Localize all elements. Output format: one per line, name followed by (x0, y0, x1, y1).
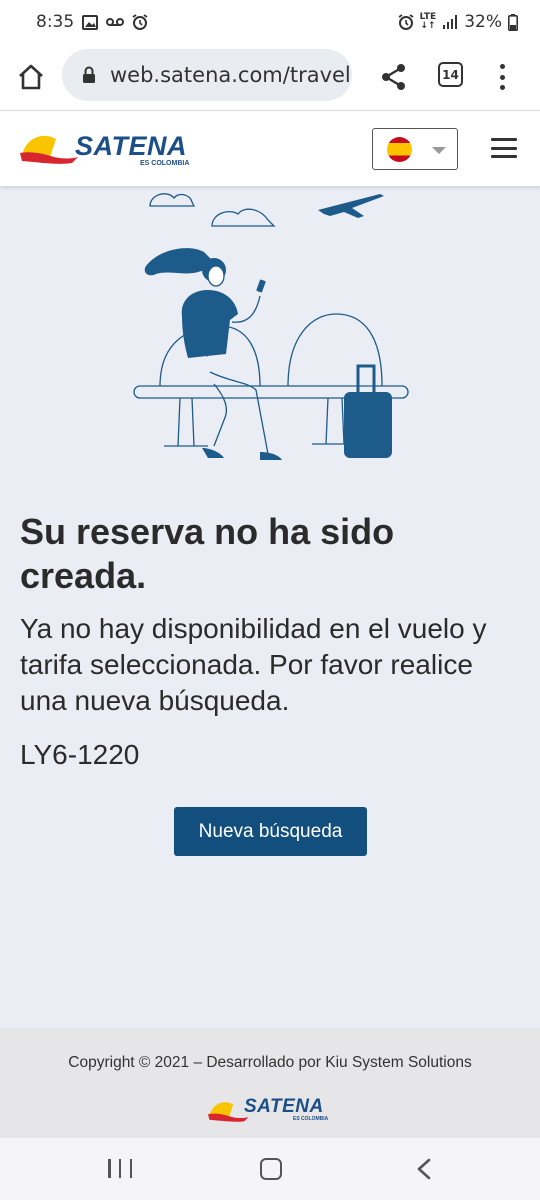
battery-icon (508, 13, 518, 31)
waiting-traveler-illustration (120, 186, 420, 476)
error-description: Ya no hay disponibilidad en el vuelo y t… (20, 613, 487, 716)
battery-percent: 32% (464, 12, 502, 32)
alarm-icon (132, 14, 148, 30)
address-bar[interactable]: web.satena.com/travel (62, 49, 352, 101)
footer-satena-logo[interactable]: SATENA ES COLOMBIA (207, 1094, 337, 1126)
gallery-icon (82, 14, 99, 30)
logo-tagline: ES COLOMBIA (140, 160, 190, 167)
footer-logo-text: SATENA (244, 1096, 324, 1117)
signal-icon (442, 14, 458, 30)
share-icon[interactable] (380, 62, 408, 92)
page-footer: Copyright © 2021 – Desarrollado por Kiu … (0, 1028, 540, 1138)
lock-icon (82, 66, 98, 84)
url-text[interactable]: web.satena.com/travel (110, 63, 351, 87)
language-selector[interactable] (372, 128, 458, 170)
footer-logo-tagline: ES COLOMBIA (293, 1116, 329, 1122)
tab-switcher-button[interactable]: 14 (438, 62, 463, 87)
site-header: SATENA ES COLOMBIA (0, 110, 540, 186)
home-button-icon[interactable] (260, 1158, 282, 1180)
hamburger-menu-icon[interactable] (491, 138, 517, 158)
home-icon[interactable] (15, 61, 47, 93)
logo-text: SATENA (75, 131, 188, 161)
back-icon[interactable] (414, 1158, 434, 1180)
error-code: LY6-1220 (20, 739, 140, 770)
satena-logo[interactable]: SATENA ES COLOMBIA (20, 127, 200, 173)
status-bar: 8:35 LTE ↓↑ 32% (0, 0, 540, 44)
copyright-text: Copyright © 2021 – Desarrollado por Kiu … (68, 1054, 472, 1071)
browser-toolbar: web.satena.com/travel 14 (0, 44, 540, 110)
chevron-down-icon (432, 147, 446, 154)
status-time: 8:35 (36, 12, 75, 32)
alarm-icon (398, 14, 414, 30)
system-navigation-bar (0, 1138, 540, 1200)
voicemail-icon (106, 17, 125, 27)
recent-apps-icon[interactable] (108, 1159, 132, 1179)
page-title: Su reserva no ha sido creada. (20, 511, 395, 596)
overflow-menu-icon[interactable] (494, 62, 510, 92)
lte-indicator: LTE ↓↑ (419, 12, 437, 31)
spain-flag-icon (387, 137, 412, 162)
new-search-button[interactable]: Nueva búsqueda (174, 807, 367, 856)
